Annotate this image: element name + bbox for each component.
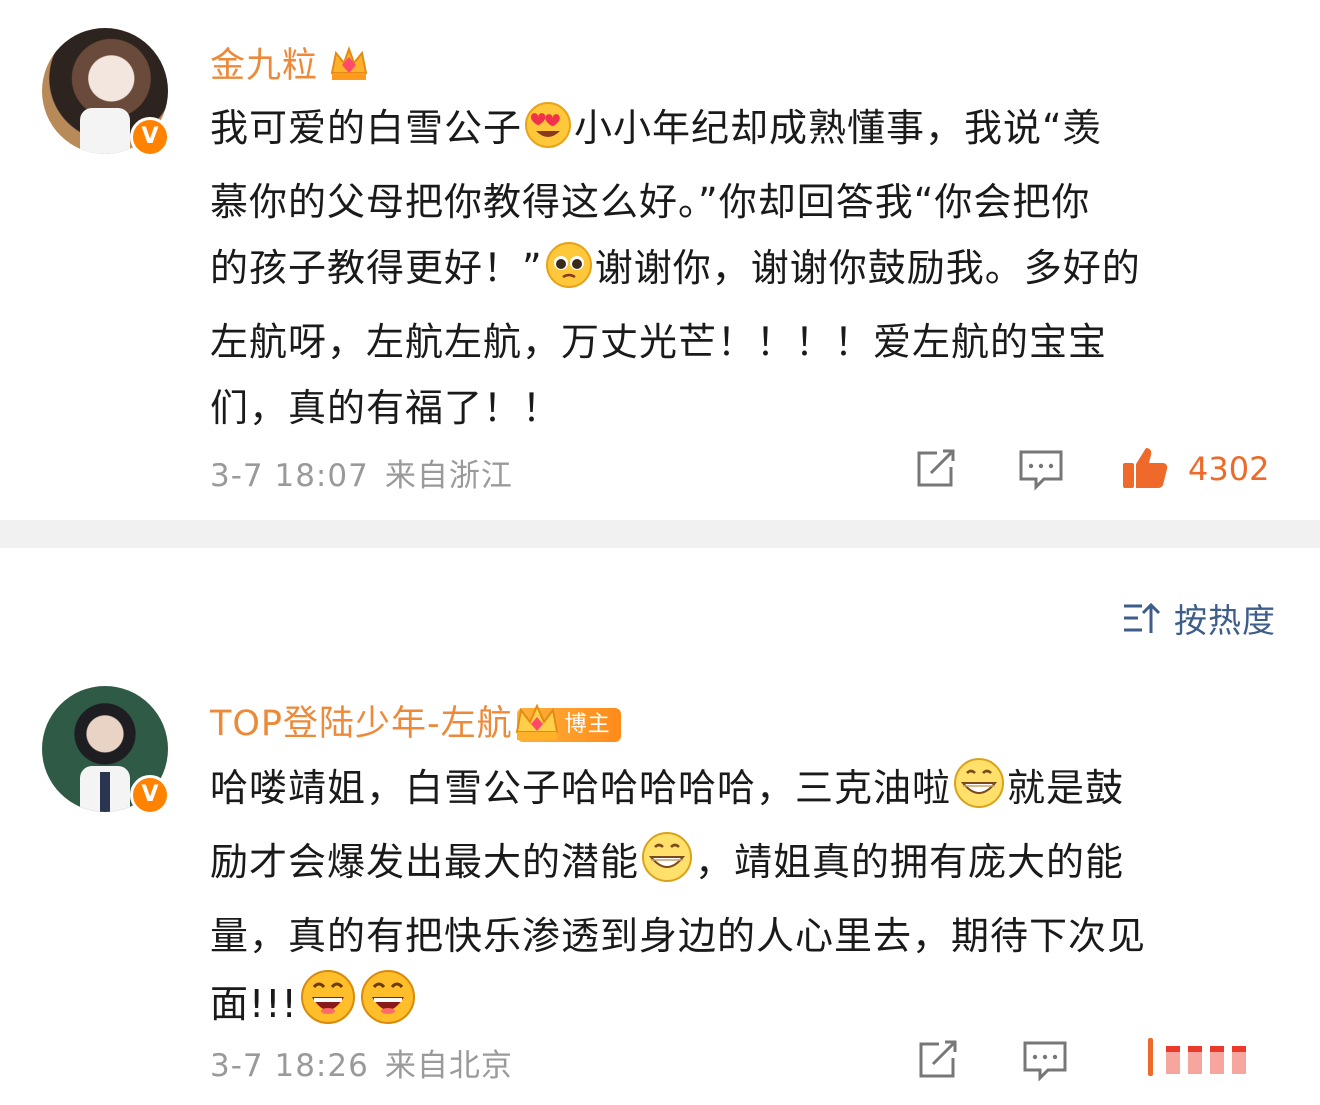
comment-line: 我可爱的白雪公子 小小年纪却成熟懂事，我说“羡 xyxy=(210,95,1270,169)
avatar-figure xyxy=(80,108,130,154)
comment-meta: 3-7 18:07 来自浙江 xyxy=(210,450,513,495)
reply-button[interactable] xyxy=(1022,1040,1068,1086)
text-span: ，靖姐真的拥有庞大的能 xyxy=(695,840,1125,884)
grin-emoji xyxy=(641,831,693,903)
section-divider xyxy=(0,520,1320,548)
grin-emoji xyxy=(953,757,1005,829)
sort-by-hotness-button[interactable]: 按热度 xyxy=(1122,594,1276,642)
like-button[interactable] xyxy=(1120,445,1170,495)
text-span: 左航呀，左航左航，万丈光芒！！！！爱左航的宝宝 xyxy=(210,320,1108,364)
thumbs-up-icon xyxy=(1123,448,1168,488)
text-span: 量，真的有把快乐渗透到身边的人心里去，期待下次见 xyxy=(210,914,1147,958)
watermark-logo xyxy=(1140,1032,1310,1086)
text-span: 面!!! xyxy=(210,982,298,1026)
username[interactable]: 金九粒 xyxy=(210,37,370,92)
comment-card: V 金九粒 我可爱的白雪公子 小小年纪却成熟懂事，我说“羡 慕你的父母把你教得这么… xyxy=(0,0,1320,520)
text-span: 们，真的有福了！！ xyxy=(210,386,562,430)
sort-label: 按热度 xyxy=(1174,601,1276,640)
avatar-tie xyxy=(100,772,110,812)
sort-icon xyxy=(1124,602,1161,633)
comment-line: 慕你的父母把你教得这么好。”你却回答我“你会把你 xyxy=(210,169,1270,235)
comment-icon xyxy=(1023,1041,1067,1082)
comment-text: 哈喽靖姐，白雪公子哈哈哈哈哈，三克油啦 就是鼓 励才会爆发出最大的潜能 ，靖姐真的拥… xyxy=(210,755,1270,1045)
text-span: 小小年纪却成熟懂事，我说“羡 xyxy=(574,106,1102,150)
text-span: 慕你的父母把你教得这么好。”你却回答我“你会把你 xyxy=(210,180,1091,224)
text-span: 就是鼓 xyxy=(1007,766,1125,810)
location: 来自北京 xyxy=(384,1048,513,1084)
comment-line: 左航呀，左航左航，万丈光芒！！！！爱左航的宝宝 xyxy=(210,309,1270,375)
username[interactable]: TOP登陆少年-左航 博主 xyxy=(210,695,621,746)
comment-line: 量，真的有把快乐渗透到身边的人心里去，期待下次见 xyxy=(210,903,1270,969)
text-span: 谢谢你，谢谢你鼓励我。多好的 xyxy=(594,246,1141,290)
share-button[interactable] xyxy=(915,449,959,493)
timestamp: 3-7 18:26 xyxy=(210,1048,369,1084)
laugh-emoji xyxy=(360,969,416,1045)
comment-card: V TOP登陆少年-左航 博主 哈喽靖姐，白雪公子哈哈哈哈哈，三克油啦 就是鼓 励才… xyxy=(0,680,1320,1105)
comment-line: 的孩子教得更好！” 谢谢你，谢谢你鼓励我。多好的 xyxy=(210,235,1270,309)
verified-badge-icon: V xyxy=(130,775,170,815)
username-text[interactable]: 金九粒 xyxy=(210,46,318,86)
comment-line: 哈喽靖姐，白雪公子哈哈哈哈哈，三克油啦 就是鼓 xyxy=(210,755,1270,829)
location: 来自浙江 xyxy=(384,458,513,494)
comment-icon xyxy=(1019,450,1063,491)
text-span: 的孩子教得更好！” xyxy=(210,246,543,290)
reply-button[interactable] xyxy=(1018,449,1064,495)
heart-eyes-emoji xyxy=(524,101,572,169)
comment-line: 励才会爆发出最大的潜能 ，靖姐真的拥有庞大的能 xyxy=(210,829,1270,903)
text-span: 励才会爆发出最大的潜能 xyxy=(210,840,640,884)
laugh-emoji xyxy=(300,969,356,1045)
comment-meta: 3-7 18:26 来自北京 xyxy=(210,1040,513,1085)
pleading-emoji xyxy=(545,241,593,309)
crown-icon xyxy=(513,700,561,757)
comment-line: 面!!! xyxy=(210,969,1270,1045)
comment-text: 我可爱的白雪公子 小小年纪却成熟懂事，我说“羡 慕你的父母把你教得这么好。”你却回… xyxy=(210,95,1270,441)
share-button[interactable] xyxy=(917,1040,961,1084)
like-count: 4302 xyxy=(1188,450,1270,488)
blogger-badge: 博主 xyxy=(515,703,621,742)
comment-line: 们，真的有福了！！ xyxy=(210,375,1270,441)
timestamp: 3-7 18:07 xyxy=(210,458,369,494)
crown-icon xyxy=(328,43,370,92)
blogger-badge-label: 博主 xyxy=(564,712,611,737)
verified-badge-icon: V xyxy=(130,117,170,157)
share-icon xyxy=(917,449,955,487)
username-text[interactable]: TOP登陆少年-左航 xyxy=(210,704,513,744)
share-icon xyxy=(919,1040,957,1078)
text-span: 哈喽靖姐，白雪公子哈哈哈哈哈，三克油啦 xyxy=(210,766,952,810)
text-span: 我可爱的白雪公子 xyxy=(210,106,523,150)
